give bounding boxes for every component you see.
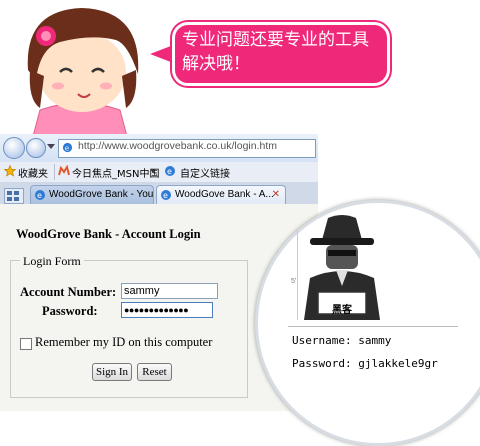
tab-label: WoodGrove Bank - You... [49, 189, 154, 200]
captured-username: Username: sammy [292, 334, 392, 347]
account-number-input[interactable]: sammy [121, 283, 218, 299]
quick-tabs-button[interactable] [4, 188, 24, 204]
password-input[interactable]: ●●●●●●●●●●●●● [121, 302, 213, 318]
msn-icon [58, 165, 70, 176]
hacker-sign-label: 黑客 [332, 305, 352, 316]
favorite-link-msn[interactable]: 今日焦点_MSN中国 [72, 165, 159, 180]
sign-in-button[interactable]: Sign In [92, 363, 132, 381]
favorites-star-icon [4, 165, 16, 177]
captured-password: Password: gjlakkele9gr [292, 357, 438, 370]
cartoon-girl-illustration [27, 8, 139, 140]
ie-tab-icon: e [35, 190, 45, 200]
tab-woodgrove-2[interactable]: e WoodGove Bank - A... ✕ [156, 185, 286, 205]
ie-link-icon: e [165, 166, 175, 176]
ie-page-icon: e [62, 142, 73, 152]
tab-woodgrove-1[interactable]: e WoodGrove Bank - You... [30, 185, 154, 205]
account-number-label: Account Number: [20, 285, 117, 299]
svg-text:e: e [65, 143, 70, 152]
svg-text:e: e [163, 191, 168, 200]
favorites-divider [54, 164, 55, 180]
magnifier-divider [288, 326, 458, 327]
form-legend: Login Form [20, 254, 84, 269]
svg-text:e: e [167, 167, 172, 176]
remember-label: Remember my ID on this computer [35, 335, 213, 349]
close-tab-icon[interactable]: ✕ [272, 186, 280, 204]
history-dropdown-icon[interactable] [47, 144, 55, 149]
speech-bubble-text: 专业问题还要专业的工具解决哦！ [182, 30, 369, 74]
svg-text:e: e [37, 191, 42, 200]
tab-label: WoodGove Bank - A... [175, 189, 274, 200]
url-text: http://www.woodgrovebank.co.uk/login.htm [78, 140, 278, 152]
page-title: WoodGrove Bank - Account Login [16, 227, 201, 241]
favorites-button[interactable]: 收藏夹 [18, 165, 48, 180]
back-button[interactable] [3, 137, 25, 159]
ie-tab-icon: e [161, 190, 171, 200]
msn-dropdown-icon[interactable] [150, 169, 156, 173]
reset-button[interactable]: Reset [137, 363, 172, 381]
remember-checkbox[interactable] [20, 338, 32, 350]
quick-tabs-icon [7, 191, 19, 201]
forward-button[interactable] [26, 138, 46, 158]
favorite-link-custom[interactable]: 自定义链接 [180, 165, 230, 180]
password-label: Password: [42, 304, 98, 318]
